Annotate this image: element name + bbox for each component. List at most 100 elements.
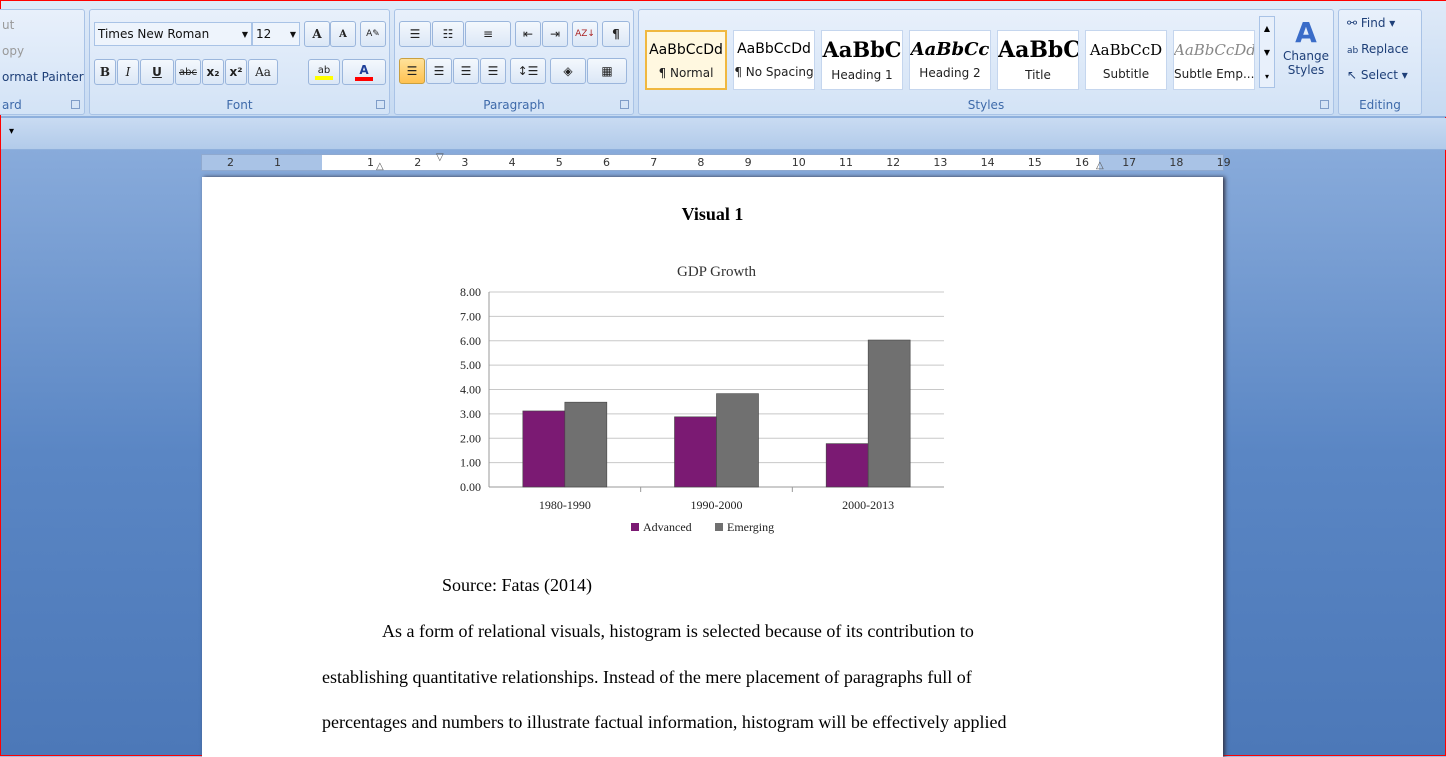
style-subtitle[interactable]: AaBbCcD Subtitle	[1085, 30, 1167, 90]
ruler-label: 19	[1216, 156, 1231, 169]
replace-icon: ab	[1347, 46, 1362, 56]
ruler-label: 14	[980, 156, 995, 169]
format-painter-button[interactable]: ormat Painter	[2, 70, 84, 84]
bold-button[interactable]: B	[94, 59, 116, 85]
show-formatting-button[interactable]: ¶	[602, 21, 630, 47]
style-no-spacing[interactable]: AaBbCcDd ¶ No Spacing	[733, 30, 815, 90]
align-right-icon[interactable]: ☰	[453, 58, 479, 84]
cut-button[interactable]: ut	[2, 18, 14, 32]
bar-emerging	[867, 339, 911, 488]
styles-launcher-icon[interactable]	[1320, 100, 1329, 109]
change-case-button[interactable]: Aa	[248, 59, 278, 85]
style-preview: AaBbCcDd	[649, 42, 723, 58]
font-group-label: Font	[226, 98, 253, 112]
cursor-icon: ↖	[1347, 68, 1361, 82]
shrink-font-button[interactable]: A	[330, 21, 356, 47]
grow-font-button[interactable]: A	[304, 21, 330, 47]
ruler-label: 18	[1169, 156, 1184, 169]
right-indent-marker[interactable]: △	[1096, 160, 1104, 171]
editing-group-label: Editing	[1359, 98, 1401, 112]
strikethrough-button[interactable]: abc	[175, 59, 201, 85]
underline-button[interactable]: U	[140, 59, 174, 85]
first-line-indent-marker[interactable]: ▽	[436, 152, 444, 163]
copy-button[interactable]: opy	[2, 44, 24, 58]
x-tick-label: 2000-2013	[842, 498, 894, 512]
align-center-icon[interactable]: ☰	[426, 58, 452, 84]
style-normal[interactable]: AaBbCcDd ¶ Normal	[645, 30, 727, 90]
style-name: Title	[1025, 68, 1051, 82]
y-tick-label: 1.00	[460, 456, 481, 470]
bar-advanced	[674, 416, 717, 488]
line-spacing-icon[interactable]: ↕☰	[510, 58, 546, 84]
select-label: Select	[1360, 68, 1398, 82]
subscript-button[interactable]: x₂	[202, 59, 224, 85]
clear-formatting-icon[interactable]: A✎	[360, 21, 386, 47]
customize-toolbar-icon[interactable]: ▾	[9, 126, 14, 137]
ruler-label: 1	[367, 156, 374, 169]
style-name: ¶ No Spacing	[734, 65, 814, 79]
ruler-label: 8	[697, 156, 705, 169]
ruler-label: 5	[555, 156, 563, 169]
source-caption: Source: Fatas (2014)	[442, 575, 592, 595]
increase-indent-icon[interactable]: ⇥	[542, 21, 568, 47]
chart-title: GDP Growth	[677, 264, 757, 280]
borders-icon[interactable]: ▦	[587, 58, 627, 84]
style-subtle-emphasis[interactable]: AaBbCcDd Subtle Emp...	[1173, 30, 1255, 90]
clipboard-launcher-icon[interactable]	[71, 100, 80, 109]
decrease-indent-icon[interactable]: ⇤	[515, 21, 541, 47]
y-tick-label: 0.00	[460, 480, 481, 494]
align-left-icon[interactable]: ☰	[399, 58, 425, 84]
style-preview: AaBbCcD	[1089, 41, 1163, 59]
ruler-label: 2	[414, 156, 422, 169]
superscript-button[interactable]: x²	[225, 59, 247, 85]
style-preview: AaBbC	[998, 37, 1078, 63]
font-color-button[interactable]: A	[342, 59, 386, 85]
font-name-select[interactable]: Times New Roman ▼	[94, 22, 252, 46]
ruler-label: 2	[227, 156, 234, 169]
replace-label: Replace	[1361, 42, 1409, 56]
style-heading-1[interactable]: AaBbC Heading 1	[821, 30, 903, 90]
italic-button[interactable]: I	[117, 59, 139, 85]
ruler-label: 12	[886, 156, 901, 169]
clipboard-group: ut opy ormat Painter ard	[0, 9, 85, 115]
ruler-label: 4	[508, 156, 516, 169]
horizontal-ruler[interactable]: ▽ △ △ 2 1 1 2 3 4 5 6 7 8 9 10 11 12 13 14 15 16 17 18 19	[201, 152, 1231, 172]
style-name: ¶ Normal	[658, 66, 714, 80]
ruler-label: 11	[839, 156, 853, 169]
ribbon: ut opy ormat Painter ard Times New Roman…	[0, 1, 1446, 117]
shading-icon[interactable]: ◈	[550, 58, 586, 84]
font-name-value: Times New Roman	[98, 27, 210, 41]
legend-swatch-advanced	[631, 523, 639, 531]
style-name: Heading 1	[831, 68, 893, 82]
left-indent-marker[interactable]: △	[376, 161, 384, 172]
ruler-label: 17	[1122, 156, 1137, 169]
styles-scroll-buttons[interactable]: ▲ ▼ ▾	[1259, 16, 1275, 88]
font-size-select[interactable]: 12 ▼	[252, 22, 300, 46]
styles-group-label: Styles	[967, 98, 1005, 112]
style-name: Subtle Emp...	[1174, 67, 1254, 81]
replace-button[interactable]: ab Replace	[1347, 42, 1409, 56]
multilevel-list-icon[interactable]: ≡	[465, 21, 511, 47]
y-tick-label: 6.00	[460, 334, 481, 348]
gdp-growth-chart[interactable]: GDP Growth 0.00 1.00 2.00 3.00 4.00 5.00 6.00 7.…	[441, 256, 961, 546]
bullets-icon[interactable]: ☰	[399, 21, 431, 47]
find-label: Find	[1360, 16, 1386, 30]
numbering-icon[interactable]: ☷	[432, 21, 464, 47]
ruler-label: 16	[1075, 156, 1089, 169]
font-color-swatch	[355, 77, 373, 81]
style-title[interactable]: AaBbC Title	[997, 30, 1079, 90]
sort-icon[interactable]: AZ↓	[572, 21, 598, 47]
y-tick-label: 7.00	[460, 309, 481, 323]
bar-advanced	[825, 443, 869, 488]
paragraph-launcher-icon[interactable]	[620, 100, 629, 109]
ruler-label: 13	[933, 156, 948, 169]
justify-icon[interactable]: ☰	[480, 58, 506, 84]
y-tick-label: 3.00	[460, 407, 481, 421]
find-button[interactable]: ⚯ Find ▾	[1347, 16, 1395, 30]
change-styles-button[interactable]: A Change Styles	[1281, 16, 1331, 77]
select-button[interactable]: ↖ Select ▾	[1347, 68, 1408, 82]
font-launcher-icon[interactable]	[376, 100, 385, 109]
style-heading-2[interactable]: AaBbCc Heading 2	[909, 30, 991, 90]
binoculars-icon: ⚯	[1347, 16, 1361, 30]
highlight-button[interactable]: ab	[308, 59, 340, 85]
